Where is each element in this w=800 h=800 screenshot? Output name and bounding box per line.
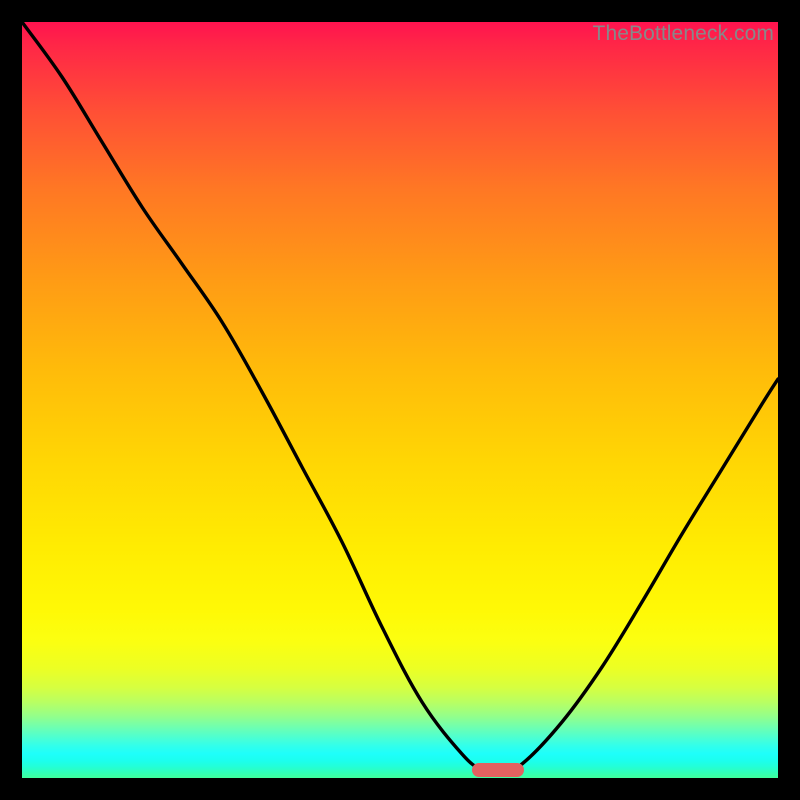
curve-svg xyxy=(22,22,778,778)
chart-frame: TheBottleneck.com xyxy=(0,0,800,800)
plot-area: TheBottleneck.com xyxy=(22,22,778,778)
optimum-marker xyxy=(472,763,524,777)
bottleneck-curve-line xyxy=(22,22,778,774)
